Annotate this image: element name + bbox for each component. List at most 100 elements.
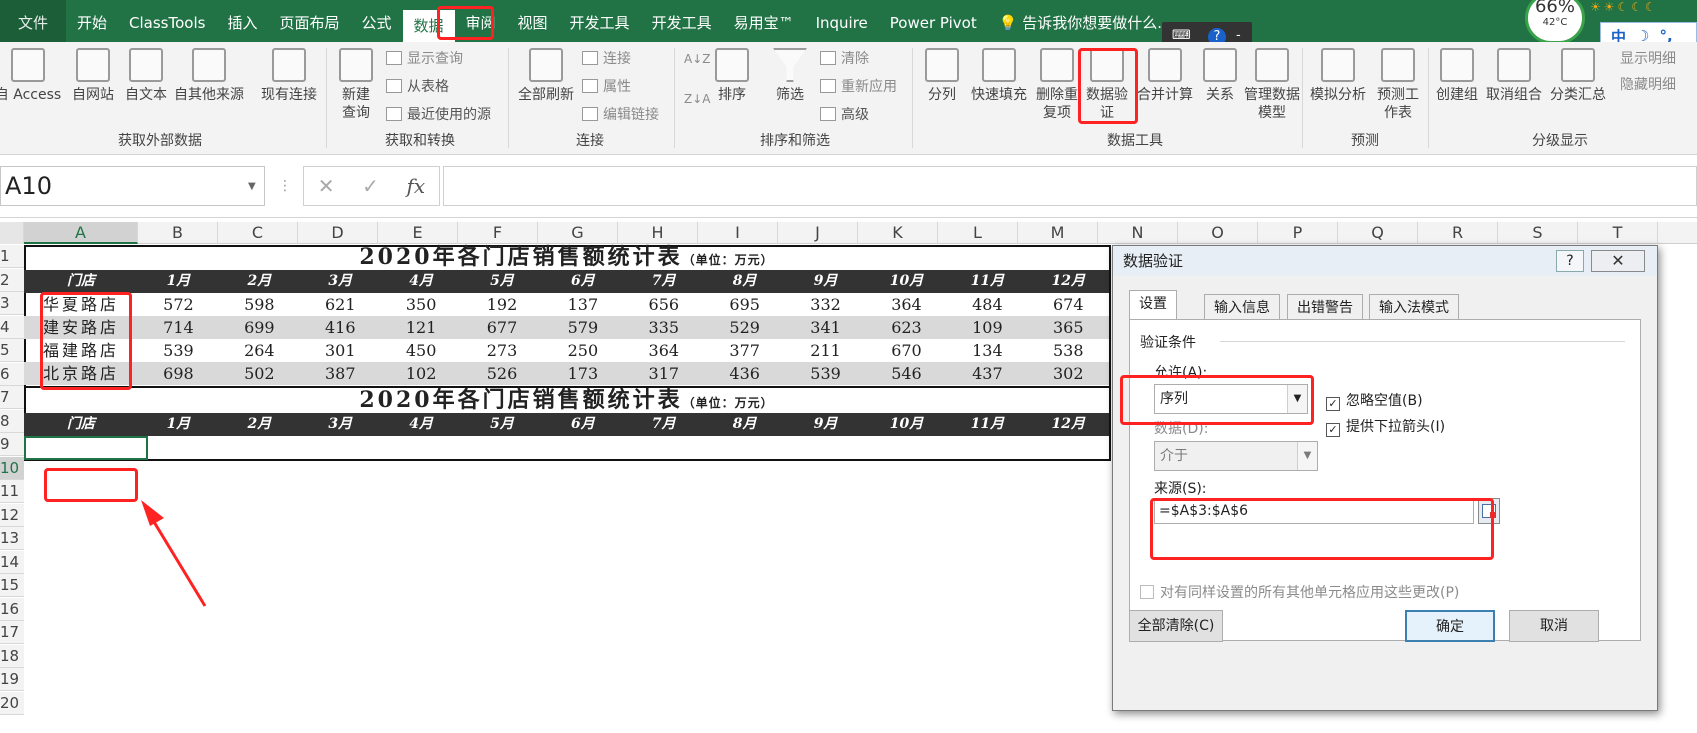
row-header-20[interactable]: 20 xyxy=(0,691,24,715)
sales-cell[interactable]: 134 xyxy=(947,339,1028,362)
sales-cell[interactable]: 656 xyxy=(623,293,704,316)
refresh-all-button[interactable]: 全部刷新 xyxy=(514,48,578,104)
relationships-button[interactable]: 关系 xyxy=(1200,48,1240,104)
sales-cell[interactable]: 484 xyxy=(947,293,1028,316)
minus-icon[interactable]: - xyxy=(1236,28,1241,43)
column-header-g[interactable]: G xyxy=(538,222,618,244)
remove-duplicates-button[interactable]: 删除重复项 xyxy=(1036,48,1078,122)
clear-filter-button[interactable]: 清除 xyxy=(820,48,869,68)
from-text-button[interactable]: 自文本 xyxy=(119,48,173,104)
store-name-cell[interactable]: 建安路店 xyxy=(24,316,138,339)
source-input[interactable]: =$A$3:$A$6 xyxy=(1154,498,1474,524)
sales-cell[interactable]: 698 xyxy=(138,362,219,385)
sales-cell[interactable]: 677 xyxy=(462,316,543,339)
sales-cell[interactable]: 377 xyxy=(704,339,785,362)
tab-error-alert[interactable]: 出错警告 xyxy=(1287,294,1363,320)
clear-all-button[interactable]: 全部清除(C) xyxy=(1129,610,1223,642)
new-query-button[interactable]: 新建 查询 xyxy=(330,48,382,122)
row-header-2[interactable]: 2 xyxy=(0,268,24,292)
row-header-9[interactable]: 9 xyxy=(0,433,24,456)
row-header-17[interactable]: 17 xyxy=(0,621,24,644)
data-select[interactable]: 介于 ▼ xyxy=(1154,441,1318,471)
sort-button[interactable]: 排序 xyxy=(712,48,752,104)
column-header-a[interactable]: A xyxy=(24,222,138,244)
row-header-11[interactable]: 11 xyxy=(0,480,24,503)
sales-cell[interactable]: 350 xyxy=(381,293,462,316)
drag-handle-icon[interactable]: ⋮ xyxy=(278,178,292,194)
range-picker-icon[interactable] xyxy=(1478,498,1500,524)
tab-classtools[interactable]: ClassTools xyxy=(118,0,216,42)
sales-cell[interactable]: 364 xyxy=(623,339,704,362)
row-header-4[interactable]: 4 xyxy=(0,315,24,339)
row-header-12[interactable]: 12 xyxy=(0,503,24,527)
column-header-r[interactable]: R xyxy=(1418,222,1498,244)
row-header-13[interactable]: 13 xyxy=(0,527,24,550)
column-header-e[interactable]: E xyxy=(378,222,458,244)
tab-page-layout[interactable]: 页面布局 xyxy=(268,0,350,42)
advanced-filter-button[interactable]: 高级 xyxy=(820,104,869,124)
sales-cell[interactable]: 102 xyxy=(381,362,462,385)
tab-file[interactable]: 文件 xyxy=(0,0,67,42)
from-access-button[interactable]: 自 Access xyxy=(0,48,64,104)
sales-cell[interactable]: 699 xyxy=(219,316,300,339)
insert-function-icon[interactable]: fx xyxy=(407,174,426,198)
row-header-15[interactable]: 15 xyxy=(0,574,24,597)
tab-power-pivot[interactable]: Power Pivot xyxy=(879,0,988,42)
in-cell-dropdown-checkbox[interactable]: ✓ 提供下拉箭头(I) xyxy=(1326,416,1445,437)
row-header-3[interactable]: 3 xyxy=(0,292,24,315)
show-queries-button[interactable]: 显示查询 xyxy=(386,48,463,68)
formula-input[interactable] xyxy=(443,166,1697,206)
manage-data-model-button[interactable]: 管理数据模型 xyxy=(1244,48,1300,122)
sales-cell[interactable]: 341 xyxy=(785,316,866,339)
row-header-14[interactable]: 14 xyxy=(0,550,24,574)
sort-za-icon[interactable]: Z↓A xyxy=(684,92,710,106)
active-cell-a10[interactable] xyxy=(24,436,148,460)
sales-cell[interactable]: 364 xyxy=(866,293,947,316)
tab-ime-mode[interactable]: 输入法模式 xyxy=(1369,294,1459,320)
row-header-5[interactable]: 5 xyxy=(0,339,24,362)
column-header-o[interactable]: O xyxy=(1178,222,1258,244)
data-validation-button[interactable]: 数据验证 xyxy=(1082,48,1132,122)
sales-cell[interactable]: 121 xyxy=(381,316,462,339)
column-header-q[interactable]: Q xyxy=(1338,222,1418,244)
sales-cell[interactable]: 109 xyxy=(947,316,1028,339)
cancel-button[interactable]: 取消 xyxy=(1509,610,1599,642)
sales-cell[interactable]: 250 xyxy=(542,339,623,362)
sales-cell[interactable]: 674 xyxy=(1028,293,1109,316)
sales-cell[interactable]: 365 xyxy=(1028,316,1109,339)
column-header-f[interactable]: F xyxy=(458,222,538,244)
chevron-down-icon[interactable]: ▼ xyxy=(248,181,256,192)
connections-button[interactable]: 连接 xyxy=(582,48,631,68)
forecast-sheet-button[interactable]: 预测工作表 xyxy=(1372,48,1424,122)
tab-review[interactable]: 审阅 xyxy=(455,0,507,42)
sales-cell[interactable]: 302 xyxy=(1028,362,1109,385)
sales-cell[interactable]: 539 xyxy=(138,339,219,362)
row-header-6[interactable]: 6 xyxy=(0,362,24,386)
row-header-8[interactable]: 8 xyxy=(0,409,24,433)
from-table-button[interactable]: 从表格 xyxy=(386,76,449,96)
subtotal-button[interactable]: 分类汇总 xyxy=(1546,48,1610,104)
keyboard-icon[interactable]: ⌨ xyxy=(1172,28,1191,43)
sales-cell[interactable]: 539 xyxy=(785,362,866,385)
sales-cell[interactable]: 273 xyxy=(462,339,543,362)
tab-insert[interactable]: 插入 xyxy=(216,0,268,42)
help-icon[interactable]: ? xyxy=(1556,250,1584,272)
recent-sources-button[interactable]: 最近使用的源 xyxy=(386,104,491,124)
store-name-cell[interactable]: 华夏路店 xyxy=(24,293,138,316)
column-header-b[interactable]: B xyxy=(138,222,218,244)
tab-home[interactable]: 开始 xyxy=(66,0,118,42)
column-header-l[interactable]: L xyxy=(938,222,1018,244)
column-header-k[interactable]: K xyxy=(858,222,938,244)
enter-icon[interactable]: ✓ xyxy=(362,174,379,198)
tab-inquire[interactable]: Inquire xyxy=(805,0,879,42)
sales-cell[interactable]: 526 xyxy=(462,362,543,385)
column-header-c[interactable]: C xyxy=(218,222,298,244)
sales-cell[interactable]: 714 xyxy=(138,316,219,339)
sales-cell[interactable]: 387 xyxy=(300,362,381,385)
sales-cell[interactable]: 670 xyxy=(866,339,947,362)
column-header-s[interactable]: S xyxy=(1498,222,1578,244)
group-button[interactable]: 创建组 xyxy=(1432,48,1482,104)
sales-cell[interactable]: 211 xyxy=(785,339,866,362)
hide-detail-button[interactable]: 隐藏明细 xyxy=(1620,74,1676,94)
sales-cell[interactable]: 137 xyxy=(542,293,623,316)
